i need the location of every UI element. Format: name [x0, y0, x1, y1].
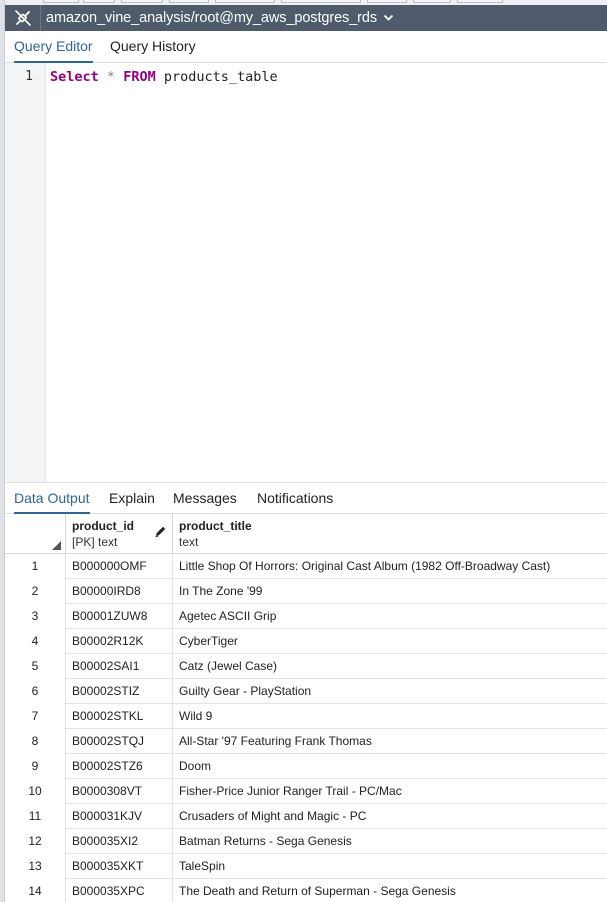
column-header-product-id[interactable]: product_id [PK] text [66, 514, 173, 554]
tab-explain[interactable]: Explain [109, 483, 155, 514]
cell-product-title[interactable]: TaleSpin [173, 854, 607, 879]
top-tab[interactable] [169, 0, 209, 3]
tab-messages[interactable]: Messages [173, 483, 237, 514]
cell-product-id[interactable]: B00002STQJ [66, 729, 173, 754]
top-tab[interactable] [43, 0, 79, 3]
line-number: 1 [25, 69, 33, 84]
chevron-down-icon[interactable] [383, 14, 394, 22]
table-row[interactable]: 3 B00001ZUW8 Agetec ASCII Grip [5, 604, 607, 629]
edit-pencil-icon[interactable] [154, 525, 167, 543]
cell-product-id[interactable]: B000035XKT [66, 854, 173, 879]
cell-product-id[interactable]: B000000OMF [66, 554, 173, 579]
sql-keyword: Select [50, 69, 99, 85]
cell-product-title[interactable]: Little Shop Of Horrors: Original Cast Al… [173, 554, 607, 579]
column-header-product-title[interactable]: product_title text [173, 514, 607, 554]
table-row[interactable]: 4 B00002R12K CyberTiger [5, 629, 607, 654]
table-row[interactable]: 13 B000035XKT TaleSpin [5, 854, 607, 879]
tab-query-history[interactable]: Query History [110, 31, 196, 63]
grid-header: product_id [PK] text product_title text [5, 514, 607, 554]
row-number[interactable]: 8 [5, 729, 66, 754]
table-row[interactable]: 10 B0000308VT Fisher-Price Junior Ranger T… [5, 779, 607, 804]
cell-product-id[interactable]: B00002SAI1 [66, 654, 173, 679]
column-name: product_id [72, 519, 134, 533]
tab-notifications[interactable]: Notifications [257, 483, 333, 514]
select-all-corner-icon[interactable] [52, 541, 61, 550]
cell-product-id[interactable]: B000035XI2 [66, 829, 173, 854]
sql-operator: * [106, 69, 116, 85]
cell-product-title[interactable]: Doom [173, 754, 607, 779]
top-tab[interactable] [215, 0, 275, 3]
top-tab[interactable] [281, 0, 361, 3]
cell-product-id[interactable]: B00000IRD8 [66, 579, 173, 604]
cell-product-title[interactable]: Batman Returns - Sega Genesis [173, 829, 607, 854]
cell-product-id[interactable]: B00002STZ6 [66, 754, 173, 779]
cell-product-id[interactable]: B00002R12K [66, 629, 173, 654]
row-number[interactable]: 10 [5, 779, 66, 804]
sql-identifier: products_table [163, 69, 278, 85]
row-number[interactable]: 6 [5, 679, 66, 704]
top-tab[interactable] [457, 0, 503, 3]
row-number[interactable]: 12 [5, 829, 66, 854]
sql-keyword: FROM [123, 69, 156, 85]
sql-editor[interactable]: 1 Select * FROM products_table [5, 63, 607, 482]
cell-product-id[interactable]: B000035XPC [66, 879, 173, 902]
row-number[interactable]: 13 [5, 854, 66, 879]
row-number[interactable]: 1 [5, 554, 66, 579]
connection-title[interactable]: amazon_vine_analysis/root@my_aws_postgre… [41, 10, 377, 26]
cell-product-title[interactable]: CyberTiger [173, 629, 607, 654]
connection-plug-icon[interactable] [5, 5, 41, 31]
code-line[interactable]: Select * FROM products_table [50, 69, 278, 85]
row-number[interactable]: 5 [5, 654, 66, 679]
top-tab[interactable] [413, 0, 451, 3]
cell-product-title[interactable]: In The Zone '99 [173, 579, 607, 604]
tab-data-output[interactable]: Data Output [14, 483, 90, 514]
data-grid[interactable]: product_id [PK] text product_title text … [5, 514, 607, 902]
row-number[interactable]: 7 [5, 704, 66, 729]
line-gutter: 1 [5, 63, 46, 482]
column-type: text [179, 535, 199, 549]
top-tab[interactable] [83, 0, 115, 3]
cell-product-title[interactable]: The Death and Return of Superman - Sega … [173, 879, 607, 902]
cell-product-title[interactable]: Wild 9 [173, 704, 607, 729]
row-number[interactable]: 11 [5, 804, 66, 829]
table-row[interactable]: 1 B000000OMF Little Shop Of Horrors: Origi… [5, 554, 607, 579]
row-number[interactable]: 4 [5, 629, 66, 654]
top-tab[interactable] [121, 0, 163, 3]
table-row[interactable]: 7 B00002STKL Wild 9 [5, 704, 607, 729]
column-type: [PK] text [72, 535, 118, 549]
output-tab-bar: Data Output Explain Messages Notificatio… [5, 482, 607, 514]
table-row[interactable]: 8 B00002STQJ All-Star '97 Featuring Frank … [5, 729, 607, 754]
cell-product-id[interactable]: B000031KJV [66, 804, 173, 829]
row-number-header[interactable] [5, 514, 66, 554]
cell-product-title[interactable]: Guilty Gear - PlayStation [173, 679, 607, 704]
table-row[interactable]: 11 B000031KJV Crusaders of Might and Magic… [5, 804, 607, 829]
cell-product-id[interactable]: B00002STKL [66, 704, 173, 729]
table-row[interactable]: 6 B00002STIZ Guilty Gear - PlayStation [5, 679, 607, 704]
column-name: product_title [179, 519, 252, 533]
top-tab[interactable] [367, 0, 407, 3]
table-row[interactable]: 14 B000035XPC The Death and Return of Supe… [5, 879, 607, 902]
table-row[interactable]: 12 B000035XI2 Batman Returns - Sega Genesi… [5, 829, 607, 854]
row-number[interactable]: 9 [5, 754, 66, 779]
cell-product-title[interactable]: Fisher-Price Junior Ranger Trail - PC/Ma… [173, 779, 607, 804]
row-number[interactable]: 3 [5, 604, 66, 629]
row-number[interactable]: 2 [5, 579, 66, 604]
cell-product-title[interactable]: Crusaders of Might and Magic - PC [173, 804, 607, 829]
row-number[interactable]: 14 [5, 879, 66, 902]
cell-product-title[interactable]: All-Star '97 Featuring Frank Thomas [173, 729, 607, 754]
tab-query-editor[interactable]: Query Editor [14, 31, 93, 63]
editor-tab-bar: Query Editor Query History [5, 31, 607, 63]
table-row[interactable]: 9 B00002STZ6 Doom [5, 754, 607, 779]
connection-bar[interactable]: amazon_vine_analysis/root@my_aws_postgre… [5, 5, 607, 31]
cell-product-title[interactable]: Agetec ASCII Grip [173, 604, 607, 629]
cell-product-title[interactable]: Catz (Jewel Case) [173, 654, 607, 679]
table-row[interactable]: 2 B00000IRD8 In The Zone '99 [5, 579, 607, 604]
cell-product-id[interactable]: B0000308VT [66, 779, 173, 804]
cell-product-id[interactable]: B00001ZUW8 [66, 604, 173, 629]
cell-product-id[interactable]: B00002STIZ [66, 679, 173, 704]
table-row[interactable]: 5 B00002SAI1 Catz (Jewel Case) [5, 654, 607, 679]
